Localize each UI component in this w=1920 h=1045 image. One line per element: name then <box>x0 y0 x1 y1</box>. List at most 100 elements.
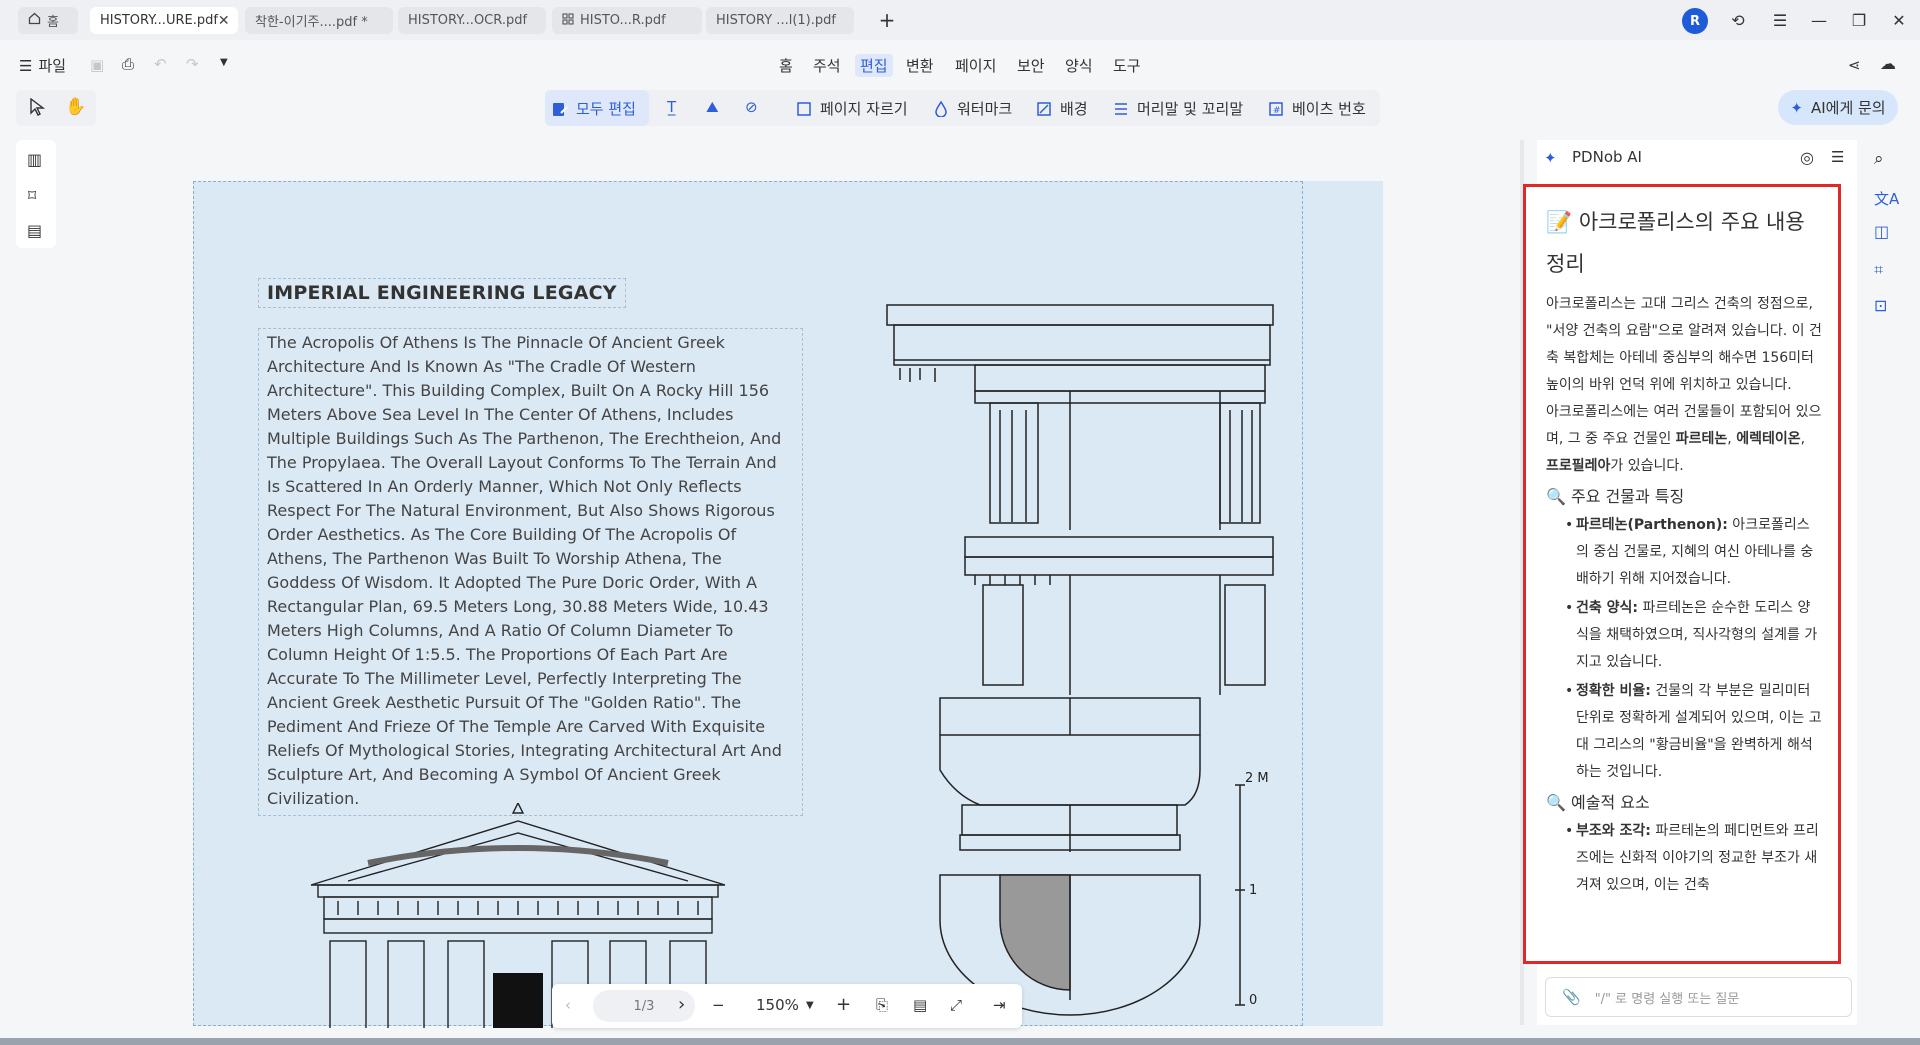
ask-ai-label: AI에게 문의 <box>1810 99 1886 117</box>
menu-item-security[interactable]: 보안 <box>1017 55 1045 76</box>
save-icon[interactable]: ▣ <box>90 56 104 74</box>
text: , <box>1727 431 1737 447</box>
menu-item-tools[interactable]: 도구 <box>1113 55 1141 76</box>
comment-icon[interactable]: ▤ <box>27 221 42 240</box>
section-list: 부조와 조각: 파르테논의 페디먼트와 프리즈에는 신화적 이야기의 정교한 부… <box>1546 818 1822 899</box>
tab-document[interactable]: HISTO...R.pdf <box>552 7 702 34</box>
tab-document[interactable]: HISTORY ...l(1).pdf <box>706 7 854 34</box>
zoom-dropdown-icon[interactable]: ▼ <box>806 1000 814 1011</box>
hamburger-menu-icon[interactable]: ☰ <box>1767 8 1793 32</box>
zoom-out-icon[interactable]: − <box>712 996 725 1014</box>
doric-column-drawing <box>880 300 1280 1024</box>
document-title[interactable]: IMPERIAL ENGINEERING LEGACY <box>258 278 626 308</box>
tab-active-document[interactable]: HISTORY...URE.pdf ✕ <box>90 7 238 34</box>
print-icon[interactable]: ⎙ <box>122 55 134 73</box>
header-footer-button[interactable]: 머리말 및 꼬리말 <box>1113 98 1243 119</box>
bold-text: 프로필레아 <box>1546 458 1611 474</box>
chevron-down-icon[interactable]: ▼ <box>220 57 228 68</box>
pdnob-logo-icon: ✦ <box>1544 149 1557 167</box>
ai-sparkle-icon: ✦ <box>1790 98 1803 117</box>
watermark-button[interactable]: 워터마크 <box>933 98 1012 119</box>
ask-ai-button[interactable]: ✦ AI에게 문의 <box>1778 90 1898 125</box>
minimize-icon[interactable]: — <box>1806 8 1832 32</box>
menu-item-page[interactable]: 페이지 <box>955 55 996 76</box>
fullscreen-icon[interactable]: ⤢ <box>950 996 962 1014</box>
menu-item-home[interactable]: 홈 <box>779 55 793 76</box>
section-heading: 🔍 주요 건물과 특징 <box>1546 484 1822 510</box>
background-button[interactable]: 배경 <box>1036 98 1088 119</box>
avatar[interactable]: R <box>1682 8 1708 34</box>
settings-icon[interactable]: ◎ <box>1800 148 1814 167</box>
edit-all-button[interactable]: 모두 편집 <box>552 98 636 119</box>
previous-page-icon[interactable]: ‹ <box>565 996 571 1014</box>
list-item: 파르테논(Parthenon): 아크로폴리스의 중심 건물로, 지혜의 여신 … <box>1565 512 1822 593</box>
tab-document[interactable]: HISTORY...OCR.pdf <box>398 7 546 34</box>
scan-icon[interactable]: ⊡ <box>1874 296 1887 315</box>
collapse-panel-icon[interactable]: ☰ <box>1831 148 1844 166</box>
tab-label: 착한-이기주....pdf * <box>255 15 368 30</box>
tab-label: HISTORY...OCR.pdf <box>408 13 528 28</box>
share-icon[interactable]: ⋖ <box>1848 56 1861 74</box>
home-icon <box>28 12 41 29</box>
sync-icon[interactable]: ⟲ <box>1725 8 1751 32</box>
thumbnails-icon[interactable]: ▥ <box>27 150 42 169</box>
grid-icon <box>562 13 574 29</box>
bates-number-button[interactable]: # 베이츠 번호 <box>1268 98 1366 119</box>
crop-page-button[interactable]: 페이지 자르기 <box>796 98 908 119</box>
file-menu-button[interactable]: ☰ 파일 <box>19 55 66 76</box>
hand-icon[interactable]: ✋ <box>65 97 86 117</box>
ai-response-box: 📝 아크로폴리스의 주요 내용 정리 아크로폴리스는 고대 그리스 건축의 정점… <box>1523 184 1841 964</box>
restore-icon[interactable]: ❐ <box>1846 8 1872 32</box>
exit-view-icon[interactable]: ⇥ <box>993 996 1006 1014</box>
tab-label: 홈 <box>47 15 59 30</box>
menu-item-edit[interactable]: 편집 <box>855 54 893 77</box>
bates-label: 베이츠 번호 <box>1292 100 1366 118</box>
tab-home[interactable]: 홈 <box>18 7 78 34</box>
undo-icon[interactable]: ↶ <box>154 55 167 73</box>
paperclip-icon[interactable]: 📎 <box>1562 988 1581 1006</box>
compare-icon[interactable]: ◫ <box>1874 222 1889 241</box>
menu-item-form[interactable]: 양식 <box>1065 55 1093 76</box>
tab-document[interactable]: 착한-이기주....pdf * <box>245 7 393 34</box>
section-heading-text: 예술적 요소 <box>1571 793 1650 812</box>
fit-page-icon[interactable]: ⎘ <box>876 996 888 1014</box>
zoom-in-icon[interactable]: + <box>836 994 851 1015</box>
zoom-level[interactable]: 150% <box>756 996 799 1014</box>
bold-text: 파르테논(Parthenon): <box>1576 517 1728 533</box>
next-page-icon[interactable]: › <box>678 994 685 1015</box>
background-icon <box>1036 101 1052 117</box>
new-tab-plus-icon[interactable]: + <box>874 8 900 32</box>
menu-item-annotate[interactable]: 주석 <box>813 55 841 76</box>
crop-icon <box>796 101 812 117</box>
menu-item-convert[interactable]: 변환 <box>906 55 934 76</box>
svg-text:#: # <box>1273 106 1281 116</box>
ai-chat-placeholder: "/" 로 명령 실행 또는 질문 <box>1594 991 1740 1007</box>
ai-response-heading: 📝 아크로폴리스의 주요 내용 정리 <box>1546 201 1822 285</box>
magnifier-icon: 🔍 <box>1546 793 1572 812</box>
edit-text-icon[interactable]: T̲ <box>667 98 676 116</box>
memo-icon: 📝 <box>1546 210 1579 234</box>
file-menu-label: 파일 <box>38 57 67 75</box>
pointer-icon[interactable] <box>29 97 46 120</box>
bold-text: 부조와 조각: <box>1576 823 1651 839</box>
scale-label-top: 2 M <box>1245 771 1269 786</box>
header-footer-label: 머리말 및 꼬리말 <box>1137 100 1244 118</box>
ai-chat-input[interactable]: 📎 "/" 로 명령 실행 또는 질문 <box>1545 977 1852 1017</box>
list-item: 부조와 조각: 파르테논의 페디먼트와 프리즈에는 신화적 이야기의 정교한 부… <box>1565 818 1822 899</box>
edit-link-icon[interactable]: ⊘ <box>745 98 758 116</box>
fit-width-icon[interactable]: ▤ <box>913 996 927 1014</box>
redo-icon[interactable]: ↷ <box>186 55 199 73</box>
search-icon[interactable]: ⌕ <box>1874 149 1884 169</box>
ocr-icon[interactable]: ⌗ <box>1874 260 1883 280</box>
close-icon[interactable]: ✕ <box>218 13 230 29</box>
document-body-text[interactable]: The Acropolis Of Athens Is The Pinnacle … <box>258 328 803 816</box>
bookmark-icon[interactable]: ⌑ <box>28 186 36 205</box>
cloud-upload-icon[interactable]: ☁ <box>1880 54 1896 73</box>
scale-label-bottom: 0 <box>1249 993 1258 1008</box>
tab-label: HISTO...R.pdf <box>580 13 666 28</box>
edit-image-icon[interactable]: ⛰ <box>706 98 719 116</box>
translate-icon[interactable]: 文A <box>1874 188 1899 209</box>
list-item: 건축 양식: 파르테논은 순수한 도리스 양식을 채택하였으며, 직사각형의 설… <box>1565 595 1822 676</box>
close-window-icon[interactable]: ✕ <box>1886 8 1912 32</box>
tab-label: HISTORY...URE.pdf <box>100 13 218 28</box>
